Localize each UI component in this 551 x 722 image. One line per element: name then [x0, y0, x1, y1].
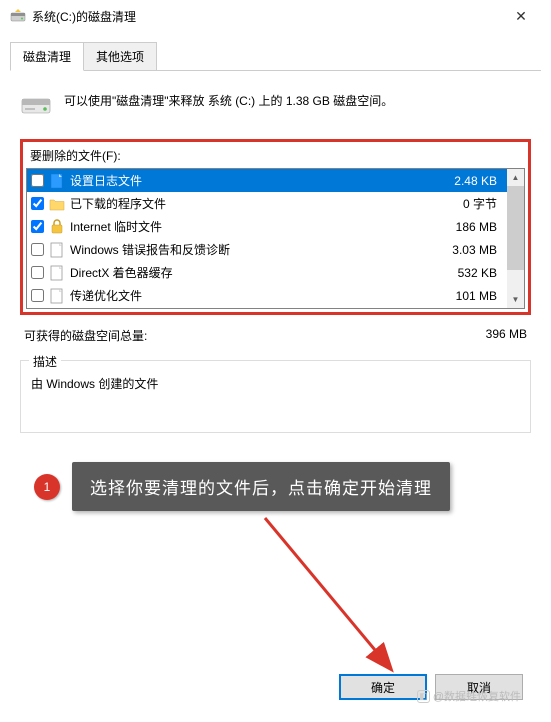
page-icon	[49, 265, 65, 281]
close-button[interactable]: ✕	[501, 2, 541, 30]
page-icon	[49, 288, 65, 304]
annotation-arrow	[250, 510, 470, 690]
window-title: 系统(C:)的磁盘清理	[32, 8, 501, 25]
titlebar: 系统(C:)的磁盘清理 ✕	[0, 0, 551, 32]
total-label: 可获得的磁盘空间总量:	[24, 327, 486, 344]
total-row: 可获得的磁盘空间总量: 396 MB	[20, 323, 531, 348]
file-name: 设置日志文件	[70, 172, 454, 189]
folder-icon	[49, 196, 65, 212]
tab-disk-cleanup[interactable]: 磁盘清理	[10, 42, 84, 71]
file-name: Internet 临时文件	[70, 218, 456, 235]
file-checkbox[interactable]	[31, 289, 44, 302]
file-checkbox[interactable]	[31, 266, 44, 279]
scroll-down-button[interactable]: ▼	[507, 291, 524, 308]
tab-more-options[interactable]: 其他选项	[83, 42, 157, 70]
annotation: 1 选择你要清理的文件后，点击确定开始清理	[34, 462, 450, 511]
info-row: 可以使用"磁盘清理"来释放 系统 (C:) 上的 1.38 GB 磁盘空间。	[20, 87, 531, 119]
files-section-highlight: 要删除的文件(F): 设置日志文件2.48 KB已下载的程序文件0 字节Inte…	[20, 139, 531, 315]
list-item[interactable]: Windows 错误报告和反馈诊断3.03 MB	[27, 238, 507, 261]
file-list: 设置日志文件2.48 KB已下载的程序文件0 字节Internet 临时文件18…	[26, 168, 525, 309]
scroll-track[interactable]	[507, 186, 524, 291]
file-checkbox[interactable]	[31, 243, 44, 256]
button-row: 确定 取消	[339, 674, 523, 700]
file-size: 101 MB	[456, 289, 503, 303]
main-content: 可以使用"磁盘清理"来释放 系统 (C:) 上的 1.38 GB 磁盘空间。 要…	[0, 71, 551, 453]
file-checkbox[interactable]	[31, 174, 44, 187]
annotation-number: 1	[34, 474, 60, 500]
description-text: 由 Windows 创建的文件	[31, 375, 520, 392]
list-item[interactable]: 传递优化文件101 MB	[27, 284, 507, 307]
annotation-text: 选择你要清理的文件后，点击确定开始清理	[72, 462, 450, 511]
disk-cleanup-icon	[10, 8, 26, 24]
file-name: 已下载的程序文件	[70, 195, 463, 212]
list-item[interactable]: 已下载的程序文件0 字节	[27, 192, 507, 215]
page-icon	[49, 242, 65, 258]
scroll-thumb[interactable]	[507, 186, 524, 270]
tab-strip: 磁盘清理 其他选项	[10, 42, 541, 71]
file-name: DirectX 着色器缓存	[70, 264, 458, 281]
file-name: Windows 错误报告和反馈诊断	[70, 241, 452, 258]
page-blue-icon	[49, 173, 65, 189]
total-value: 396 MB	[486, 327, 527, 344]
lock-icon	[49, 219, 65, 235]
file-checkbox[interactable]	[31, 197, 44, 210]
list-item[interactable]: DirectX 着色器缓存532 KB	[27, 261, 507, 284]
description-group: 描述 由 Windows 创建的文件	[20, 360, 531, 433]
list-item[interactable]: Internet 临时文件186 MB	[27, 215, 507, 238]
cancel-button[interactable]: 取消	[435, 674, 523, 700]
files-label: 要删除的文件(F):	[26, 145, 525, 168]
info-text: 可以使用"磁盘清理"来释放 系统 (C:) 上的 1.38 GB 磁盘空间。	[64, 87, 531, 111]
drive-icon	[20, 87, 52, 119]
file-size: 532 KB	[458, 266, 503, 280]
file-size: 3.03 MB	[452, 243, 503, 257]
ok-button[interactable]: 确定	[339, 674, 427, 700]
list-item[interactable]: 设置日志文件2.48 KB	[27, 169, 507, 192]
file-size: 2.48 KB	[454, 174, 503, 188]
scrollbar[interactable]: ▲ ▼	[507, 169, 524, 308]
file-checkbox[interactable]	[31, 220, 44, 233]
file-size: 0 字节	[463, 195, 503, 212]
file-name: 传递优化文件	[70, 287, 456, 304]
description-legend: 描述	[29, 353, 61, 370]
scroll-up-button[interactable]: ▲	[507, 169, 524, 186]
file-size: 186 MB	[456, 220, 503, 234]
